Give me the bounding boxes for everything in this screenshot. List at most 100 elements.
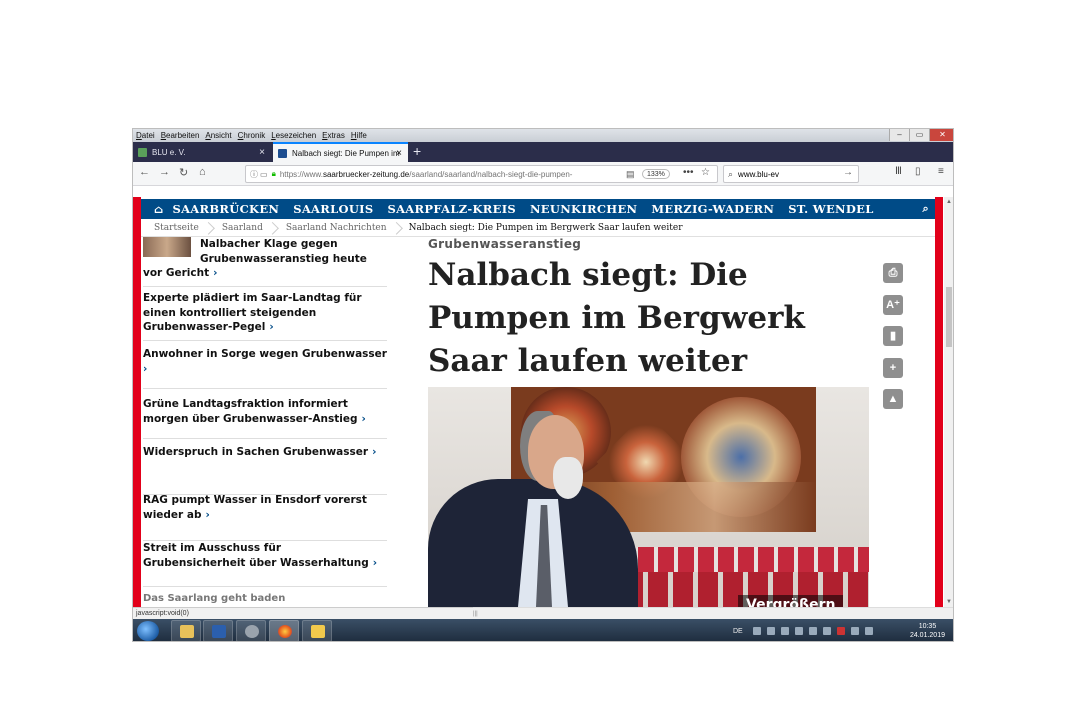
horizontal-scrollbar[interactable]: ||| (473, 607, 953, 619)
network-icon[interactable] (850, 627, 859, 635)
list-item-text: RAG pumpt Wasser in Ensdorf vorerst wied… (143, 494, 367, 521)
scroll-grip-icon[interactable]: ||| (473, 611, 478, 617)
tray-icon[interactable] (808, 627, 817, 635)
start-button[interactable] (137, 621, 159, 641)
list-item-text: Widerspruch in Sachen Grubenwasser (143, 446, 369, 458)
folder-app[interactable] (302, 620, 332, 641)
flag-icon[interactable] (836, 627, 845, 635)
explorer-app[interactable] (171, 620, 201, 641)
bookmark-star-icon[interactable]: ☆ (701, 167, 710, 178)
breadcrumb-saarland[interactable]: Saarland (209, 223, 273, 233)
tray-icon[interactable] (766, 627, 775, 635)
breadcrumb: Startseite Saarland Saarland Nachrichten… (141, 220, 935, 237)
nav-merzig-wadern[interactable]: MERZIG-WADERN (651, 202, 774, 216)
clock-time: 10:35 (918, 623, 937, 630)
search-bar[interactable]: ⌕ www.blu-ev → (723, 165, 859, 183)
tray-icon[interactable] (822, 627, 831, 635)
breadcrumb-saarland-nachrichten[interactable]: Saarland Nachrichten (273, 223, 397, 233)
minimize-icon[interactable]: – (889, 129, 909, 141)
library-icon[interactable]: Ⅲ (895, 166, 902, 177)
font-size-icon[interactable]: A⁺ (883, 294, 903, 315)
hamburger-menu-icon[interactable]: ≡ (938, 166, 944, 177)
close-window-icon[interactable]: ✕ (929, 129, 953, 141)
home-icon[interactable]: ⌂ (199, 166, 206, 178)
zoom-level[interactable]: 133% (642, 169, 670, 179)
app-icon[interactable] (236, 620, 266, 641)
menu-ansicht[interactable]: Ansicht (205, 131, 231, 140)
chevron-right-icon: › (143, 362, 148, 375)
site-info-icon[interactable]: ⓘ▭ (250, 169, 270, 180)
nav-neunkirchen[interactable]: NEUNKIRCHEN (530, 202, 637, 216)
navigation-bar: ← → ↻ ⌂ ⓘ▭ 🔒︎ https://www.saarbruecker-z… (133, 162, 953, 186)
tray-icon[interactable] (752, 627, 761, 635)
arrow-up-icon[interactable]: ▲ (883, 389, 903, 409)
list-item[interactable]: Nalbacher Klage gegen Grubenwasseranstie… (143, 237, 387, 287)
language-indicator[interactable]: DE (733, 628, 743, 635)
nav-saarlouis[interactable]: SAARLOUIS (293, 202, 373, 216)
section-teaser[interactable]: Das Saarlang geht baden (143, 593, 285, 604)
list-item-line: Nalbacher Klage gegen (200, 238, 338, 250)
menu-chronik[interactable]: Chronik (238, 131, 266, 140)
tab-blu[interactable]: BLU e. V. × (133, 142, 271, 162)
close-tab-icon[interactable]: × (396, 148, 402, 159)
scroll-down-icon[interactable]: ▼ (946, 599, 952, 605)
list-item-text: Grüne Landtagsfraktion informiert morgen… (143, 398, 358, 425)
list-item[interactable]: Streit im Ausschuss für Grubensicherheit… (143, 541, 387, 587)
clock[interactable]: 10:35 24.01.2019 (910, 622, 945, 640)
list-item[interactable]: RAG pumpt Wasser in Ensdorf vorerst wied… (143, 493, 387, 541)
reader-view-icon[interactable]: ▤ (626, 169, 635, 180)
tab-label: Nalbach siegt: Die Pumpen im (292, 148, 400, 158)
list-item[interactable]: Experte plädiert im Saar-Landtag für ein… (143, 291, 387, 341)
related-articles: Nalbacher Klage gegen Grubenwasseranstie… (143, 237, 387, 607)
enlarge-button[interactable]: Vergrößern (738, 595, 844, 607)
nav-saarpfalz-kreis[interactable]: SAARPFALZ-KREIS (387, 202, 516, 216)
forward-icon[interactable]: → (159, 166, 170, 178)
lock-icon[interactable]: 🔒︎ (272, 169, 276, 179)
word-app[interactable] (203, 620, 233, 641)
article-tools: ⎙ A⁺ ▮ + ▲ (883, 263, 905, 421)
taskbar: DE 10:35 24.01.2019 (133, 619, 953, 641)
plus-icon[interactable]: + (883, 357, 903, 378)
menu-lesezeichen[interactable]: Lesezeichen (271, 131, 316, 140)
close-tab-icon[interactable]: × (259, 147, 265, 158)
new-tab-icon[interactable]: + (413, 143, 421, 159)
menu-hilfe[interactable]: Hilfe (351, 131, 367, 140)
scroll-thumb[interactable] (946, 287, 952, 347)
url-bar[interactable]: ⓘ▭ 🔒︎ https://www.saarbruecker-zeitung.d… (245, 165, 718, 183)
list-item[interactable]: Widerspruch in Sachen Grubenwasser › (143, 445, 387, 495)
home-icon[interactable]: ⌂ (154, 203, 163, 216)
tab-label: BLU e. V. (152, 147, 186, 157)
menu-datei[interactable]: Datei (136, 131, 155, 140)
tab-article[interactable]: Nalbach siegt: Die Pumpen im × (273, 142, 408, 162)
volume-icon[interactable] (864, 627, 873, 635)
bookmark-icon[interactable]: ▮ (883, 326, 903, 346)
site-search-icon[interactable]: ⌕ (923, 202, 929, 216)
list-item[interactable]: Anwohner in Sorge wegen Grubenwasser › (143, 347, 387, 389)
chevron-right-icon: › (372, 446, 377, 458)
sidebar-icon[interactable]: ▯ (915, 166, 921, 177)
menu-extras[interactable]: Extras (322, 131, 345, 140)
back-icon[interactable]: ← (139, 166, 150, 178)
article-photo[interactable]: Vergrößern (428, 387, 869, 607)
tray-icon[interactable] (794, 627, 803, 635)
search-input[interactable]: www.blu-ev (738, 170, 779, 179)
vertical-scrollbar[interactable]: ▲ ▼ (944, 197, 953, 607)
nav-st-wendel[interactable]: ST. WENDEL (788, 202, 873, 216)
firefox-app[interactable] (269, 620, 299, 641)
list-item-text: Streit im Ausschuss für Grubensicherheit… (143, 542, 369, 569)
list-item[interactable]: Grüne Landtagsfraktion informiert morgen… (143, 397, 387, 439)
reload-icon[interactable]: ↻ (179, 166, 188, 179)
blu-favicon-icon (138, 147, 147, 157)
breadcrumb-current: Nalbach siegt: Die Pumpen im Bergwerk Sa… (408, 223, 683, 233)
scroll-up-icon[interactable]: ▲ (946, 199, 952, 205)
search-go-icon[interactable]: → (843, 167, 853, 178)
chevron-right-icon: › (372, 556, 378, 569)
breadcrumb-startseite[interactable]: Startseite (141, 223, 209, 233)
menu-bearbeiten[interactable]: Bearbeiten (161, 131, 200, 140)
print-icon[interactable]: ⎙ (883, 263, 903, 283)
page-actions-icon[interactable]: ••• (683, 167, 694, 178)
url-text[interactable]: https://www.saarbruecker-zeitung.de/saar… (280, 170, 600, 179)
tray-icon[interactable] (780, 627, 789, 635)
maximize-icon[interactable]: ▭ (909, 129, 929, 141)
nav-saarbruecken[interactable]: SAARBRÜCKEN (172, 202, 279, 216)
